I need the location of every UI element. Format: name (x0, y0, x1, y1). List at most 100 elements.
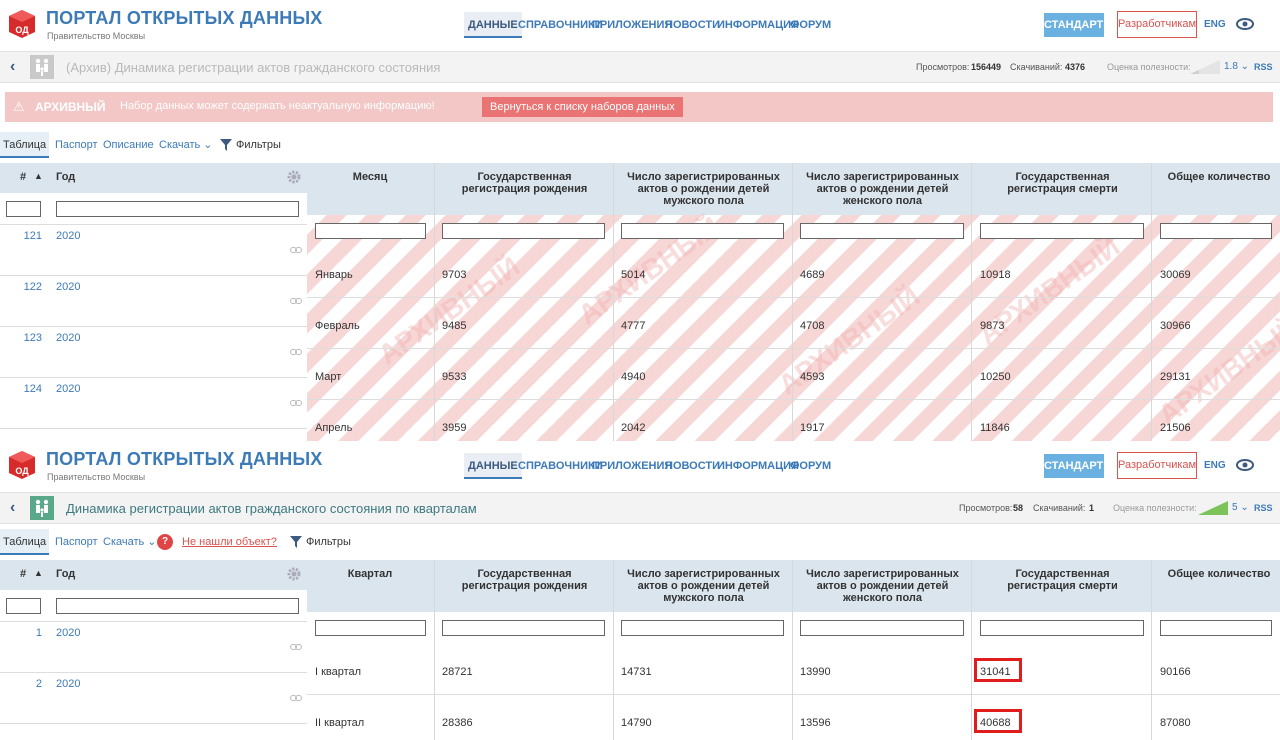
developers-button[interactable]: Разработчикам (1117, 452, 1197, 479)
col-quarter[interactable]: Квартал (315, 568, 425, 580)
tab-passport[interactable]: Паспорт (55, 132, 98, 158)
nav-info[interactable]: ИНФОРМАЦИЯ (717, 12, 799, 38)
tab-filters[interactable]: Фильтры (306, 529, 351, 555)
nav-reference[interactable]: СПРАВОЧНИКИ (518, 453, 603, 479)
nav-data[interactable]: ДАННЫЕ (464, 453, 522, 479)
total-filter-input[interactable] (1160, 223, 1272, 239)
table-row[interactable]: 124 2020 (0, 378, 307, 429)
filter-icon[interactable] (290, 536, 302, 548)
row-number[interactable]: 1 (0, 627, 42, 639)
birth-filter-input[interactable] (442, 223, 605, 239)
nav-apps[interactable]: ПРИЛОЖЕНИЯ (592, 12, 672, 38)
standards-button[interactable]: СТАНДАРТЫ (1044, 454, 1114, 478)
row-year[interactable]: 2020 (56, 383, 80, 395)
row-year[interactable]: 2020 (56, 678, 80, 690)
col-female-births[interactable]: Число зарегистрированных актов о рождени… (800, 171, 965, 207)
link-icon[interactable] (290, 399, 302, 407)
table-row[interactable]: 123 2020 (0, 327, 307, 378)
developers-button[interactable]: Разработчикам (1117, 11, 1197, 38)
row-year[interactable]: 2020 (56, 627, 80, 639)
portal-logo-icon[interactable]: ОД (7, 8, 37, 40)
rss-link[interactable]: RSS (1254, 503, 1273, 513)
month-filter-input[interactable] (315, 223, 426, 239)
table-row[interactable]: 2 2020 (0, 673, 307, 724)
not-found-link[interactable]: Не нашли объект? (182, 529, 277, 555)
row-number[interactable]: 121 (0, 230, 42, 242)
nav-forum[interactable]: ФОРУМ (790, 453, 831, 479)
table-row[interactable]: 1 2020 (0, 622, 307, 673)
rss-link[interactable]: RSS (1254, 62, 1273, 72)
male-filter-input[interactable] (621, 620, 784, 636)
row-number[interactable]: 123 (0, 332, 42, 344)
col-death-reg[interactable]: Государственная регистрация смерти (980, 568, 1145, 592)
row-year[interactable]: 2020 (56, 230, 80, 242)
female-filter-input[interactable] (800, 223, 964, 239)
help-icon[interactable]: ? (157, 534, 173, 550)
rating-dropdown[interactable]: 1.8 ⌄ (1224, 61, 1249, 72)
link-icon[interactable] (290, 694, 302, 702)
link-icon[interactable] (290, 643, 302, 651)
eye-icon[interactable] (1236, 17, 1254, 31)
year-header[interactable]: Год (56, 568, 75, 580)
nav-news[interactable]: НОВОСТИ (665, 453, 720, 479)
back-to-list-button[interactable]: Вернуться к списку наборов данных (482, 97, 683, 117)
sort-asc-icon[interactable]: ▲ (34, 171, 43, 181)
female-filter-input[interactable] (800, 620, 964, 636)
birth-filter-input[interactable] (442, 620, 605, 636)
table-row[interactable]: 122 2020 (0, 276, 307, 327)
tab-download[interactable]: Скачать ⌄ (103, 529, 157, 555)
quarter-filter-input[interactable] (315, 620, 426, 636)
tab-download[interactable]: Скачать ⌄ (159, 132, 213, 158)
tab-table[interactable]: Таблица (0, 529, 50, 555)
col-female-births[interactable]: Число зарегистрированных актов о рождени… (800, 568, 965, 604)
col-male-births[interactable]: Число зарегистрированных актов о рождени… (621, 568, 786, 604)
back-arrow-icon[interactable]: ‹ (10, 58, 15, 76)
link-icon[interactable] (290, 246, 302, 254)
gear-icon[interactable] (286, 566, 302, 582)
rating-dropdown[interactable]: 5 ⌄ (1232, 502, 1249, 513)
filter-icon[interactable] (220, 139, 232, 151)
link-icon[interactable] (290, 348, 302, 356)
year-filter-input[interactable] (56, 598, 299, 614)
total-filter-input[interactable] (1160, 620, 1272, 636)
table-row[interactable]: 121 2020 (0, 225, 307, 276)
row-year[interactable]: 2020 (56, 281, 80, 293)
standards-button[interactable]: СТАНДАРТЫ (1044, 13, 1114, 37)
row-number[interactable]: 2 (0, 678, 42, 690)
num-filter-input[interactable] (6, 598, 41, 614)
nav-info[interactable]: ИНФОРМАЦИЯ (717, 453, 799, 479)
col-male-births[interactable]: Число зарегистрированных актов о рождени… (621, 171, 786, 207)
row-number-header[interactable]: # (20, 568, 26, 580)
back-arrow-icon[interactable]: ‹ (10, 499, 15, 517)
col-total[interactable]: Общее количество (1159, 171, 1279, 183)
portal-title[interactable]: ПОРТАЛ ОТКРЫТЫХ ДАННЫХ (46, 8, 323, 29)
tab-description[interactable]: Описание (103, 132, 154, 158)
row-number[interactable]: 122 (0, 281, 42, 293)
death-filter-input[interactable] (980, 620, 1144, 636)
portal-title[interactable]: ПОРТАЛ ОТКРЫТЫХ ДАННЫХ (46, 449, 323, 470)
nav-apps[interactable]: ПРИЛОЖЕНИЯ (592, 453, 672, 479)
tab-filters[interactable]: Фильтры (236, 132, 281, 158)
row-year[interactable]: 2020 (56, 332, 80, 344)
col-death-reg[interactable]: Государственная регистрация смерти (980, 171, 1145, 195)
death-filter-input[interactable] (980, 223, 1144, 239)
link-icon[interactable] (290, 297, 302, 305)
nav-data[interactable]: ДАННЫЕ (464, 12, 522, 38)
language-switch[interactable]: ENG (1204, 19, 1226, 30)
nav-forum[interactable]: ФОРУМ (790, 12, 831, 38)
portal-logo-icon[interactable]: ОД (7, 449, 37, 481)
gear-icon[interactable] (286, 169, 302, 185)
tab-passport[interactable]: Паспорт (55, 529, 98, 555)
row-number[interactable]: 124 (0, 383, 42, 395)
eye-icon[interactable] (1236, 458, 1254, 472)
col-birth-reg[interactable]: Государственная регистрация рождения (442, 568, 607, 592)
col-month[interactable]: Месяц (315, 171, 425, 183)
year-header[interactable]: Год (56, 171, 75, 183)
language-switch[interactable]: ENG (1204, 460, 1226, 471)
nav-news[interactable]: НОВОСТИ (665, 12, 720, 38)
col-birth-reg[interactable]: Государственная регистрация рождения (442, 171, 607, 195)
num-filter-input[interactable] (6, 201, 41, 217)
col-total[interactable]: Общее количество (1159, 568, 1279, 580)
tab-table[interactable]: Таблица (0, 132, 50, 158)
row-number-header[interactable]: # (20, 171, 26, 183)
